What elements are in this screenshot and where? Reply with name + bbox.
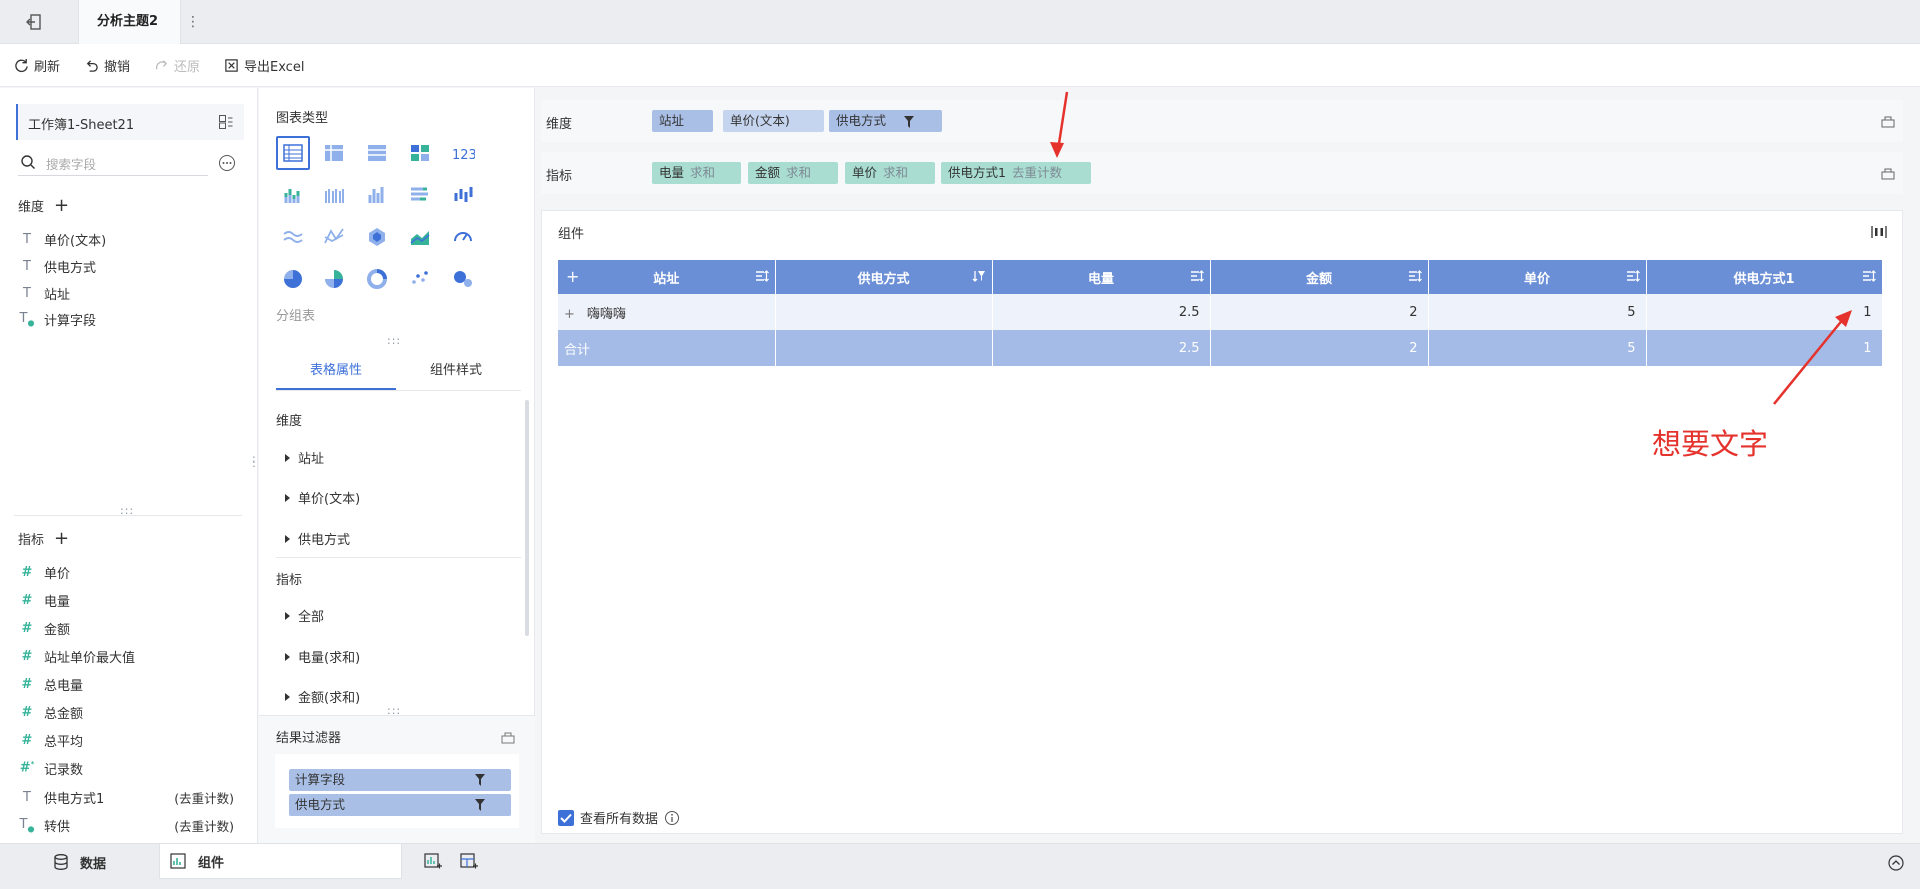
annotation-arrowhead (1050, 142, 1064, 158)
collapse-up-icon[interactable] (1888, 855, 1904, 871)
add-dashboard-icon[interactable] (460, 853, 478, 871)
annotation-text: 想要文字 (1652, 427, 1769, 461)
tab-component[interactable]: 组件 (159, 844, 402, 879)
annotation-arrow (1773, 317, 1845, 405)
annotation-arrow (1056, 91, 1069, 151)
tab-component-label: 组件 (198, 855, 225, 871)
bottom-bar: 数据 组件 (0, 843, 1920, 889)
tab-data-label: 数据 (80, 856, 107, 872)
tab-data[interactable]: 数据 (0, 844, 158, 880)
database-icon (54, 854, 68, 870)
chart-icon (170, 853, 186, 869)
annotation-arrows (1050, 91, 1852, 405)
add-component-icon[interactable] (424, 853, 442, 871)
